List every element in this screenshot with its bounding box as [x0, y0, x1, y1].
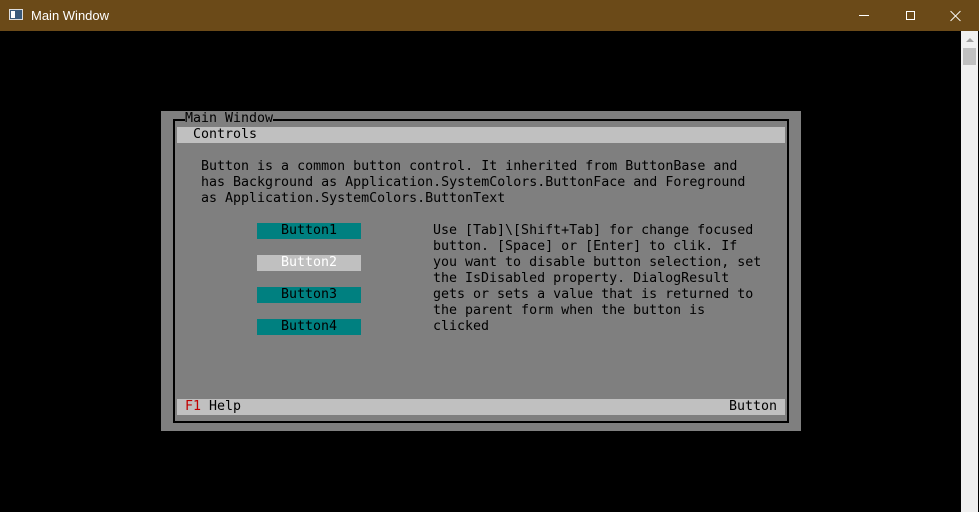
- maximize-button[interactable]: [887, 0, 933, 31]
- close-icon: [950, 10, 962, 22]
- frame-border: [173, 119, 185, 121]
- maximize-icon: [905, 11, 915, 20]
- frame-border: [273, 119, 789, 121]
- status-bar: F1 Help Button: [177, 399, 785, 415]
- status-current-control: Button: [728, 399, 777, 414]
- scroll-up-arrow-icon: [965, 37, 974, 42]
- dialog-frame-title: Main Window: [185, 111, 274, 126]
- vertical-scrollbar[interactable]: [961, 31, 978, 512]
- scroll-up-button[interactable]: [961, 31, 978, 48]
- app-window-icon: [9, 9, 23, 20]
- title-bar[interactable]: Main Window: [0, 0, 979, 31]
- button2-disabled: Button2: [257, 255, 361, 271]
- menu-item-controls[interactable]: Controls: [193, 127, 257, 143]
- description-text: Button is a common button control. It in…: [201, 159, 746, 206]
- main-window-dialog: Main Window Controls Button is a common …: [161, 111, 801, 431]
- close-button[interactable]: [933, 0, 979, 31]
- scroll-thumb[interactable]: [963, 48, 976, 65]
- help-text: Use [Tab]\[Shift+Tab] for change focused…: [433, 223, 762, 334]
- help-hotkey[interactable]: F1: [185, 399, 201, 415]
- window-title: Main Window: [31, 8, 110, 23]
- button1[interactable]: Button1: [257, 223, 361, 239]
- help-hotkey-label[interactable]: Help: [209, 399, 241, 415]
- minimize-button[interactable]: [841, 0, 887, 31]
- menu-bar[interactable]: Controls: [177, 127, 785, 143]
- button3[interactable]: Button3: [257, 287, 361, 303]
- button4[interactable]: Button4: [257, 319, 361, 335]
- minimize-icon: [859, 15, 869, 16]
